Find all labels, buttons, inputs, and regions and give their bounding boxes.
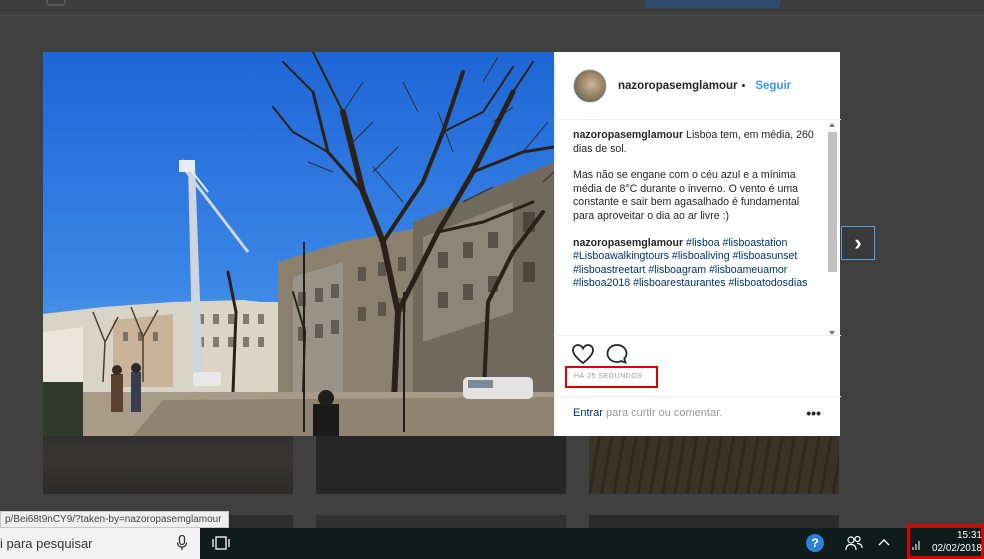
chevron-up-icon[interactable] [877,536,891,548]
scroll-thumb[interactable] [828,132,837,272]
add-comment-bar: Entrar para curtir ou comentar. ••• [555,396,841,436]
help-icon[interactable]: ? [806,534,824,552]
clock-date: 02/02/2018 [931,543,982,554]
login-link[interactable]: Entrar [573,407,603,419]
grid-thumbnail[interactable] [316,436,566,494]
clock-time: 15:31 [956,530,982,541]
more-options-button[interactable]: ••• [806,406,821,420]
caption-first: nazoropasemglamour Lisboa tem, em média,… [573,129,821,156]
lisbon-street-photo [43,52,554,436]
grid-thumbnail[interactable] [43,436,293,494]
chevron-right-icon: › [854,230,862,255]
caption-username[interactable]: nazoropasemglamour [573,129,683,141]
taskbar-search-box[interactable]: i para pesquisar [0,528,200,559]
post-modal: nazoropasemglamour • Seguir nazoropasemg… [43,52,841,436]
hashtag-comment-username[interactable]: nazoropasemglamour [573,237,683,249]
grid-thumbnail[interactable] [316,515,566,528]
wifi-icon[interactable] [912,537,922,551]
login-prompt-text: para curtir ou comentar. [602,407,723,419]
background-header [0,0,984,16]
caption-paragraph: Mas não se engane com o céu azul e a mín… [573,169,800,222]
microphone-icon[interactable] [176,535,188,551]
avatar[interactable] [573,68,607,103]
follow-button[interactable]: Seguir [755,80,791,92]
background-blue-button [645,0,780,8]
post-timestamp[interactable]: HÁ 25 SEGUNDOS [574,373,642,380]
post-header: nazoropasemglamour • Seguir [555,52,841,120]
post-actions [555,335,841,370]
post-side-panel: nazoropasemglamour • Seguir nazoropasemg… [554,52,841,436]
author-username[interactable]: nazoropasemglamour [618,80,738,92]
system-clock[interactable]: 15:31 02/02/2018 [925,529,982,555]
comment-icon[interactable] [605,343,629,365]
instagram-camera-icon [46,0,66,6]
header-separator: • [741,79,746,92]
task-view-icon[interactable] [212,536,230,550]
caption-scrollbar[interactable] [828,123,837,335]
scroll-up-arrow-icon[interactable] [829,123,835,127]
hashtag-comment: nazoropasemglamour #lisboa #lisboastatio… [573,237,821,291]
people-icon[interactable] [845,535,863,551]
windows-taskbar: i para pesquisar ? [0,528,984,559]
search-placeholder: i para pesquisar [0,536,93,551]
caption-area[interactable]: nazoropasemglamour Lisboa tem, em média,… [555,121,841,334]
heart-icon[interactable] [571,343,595,365]
status-bar-url: p/Bei68t9nCY9/?taken-by=nazoropasemglamo… [0,511,229,528]
next-post-button[interactable]: › [841,226,875,260]
grid-thumbnail[interactable] [589,436,839,494]
grid-thumbnail[interactable] [589,515,839,528]
post-photo[interactable] [43,52,554,436]
